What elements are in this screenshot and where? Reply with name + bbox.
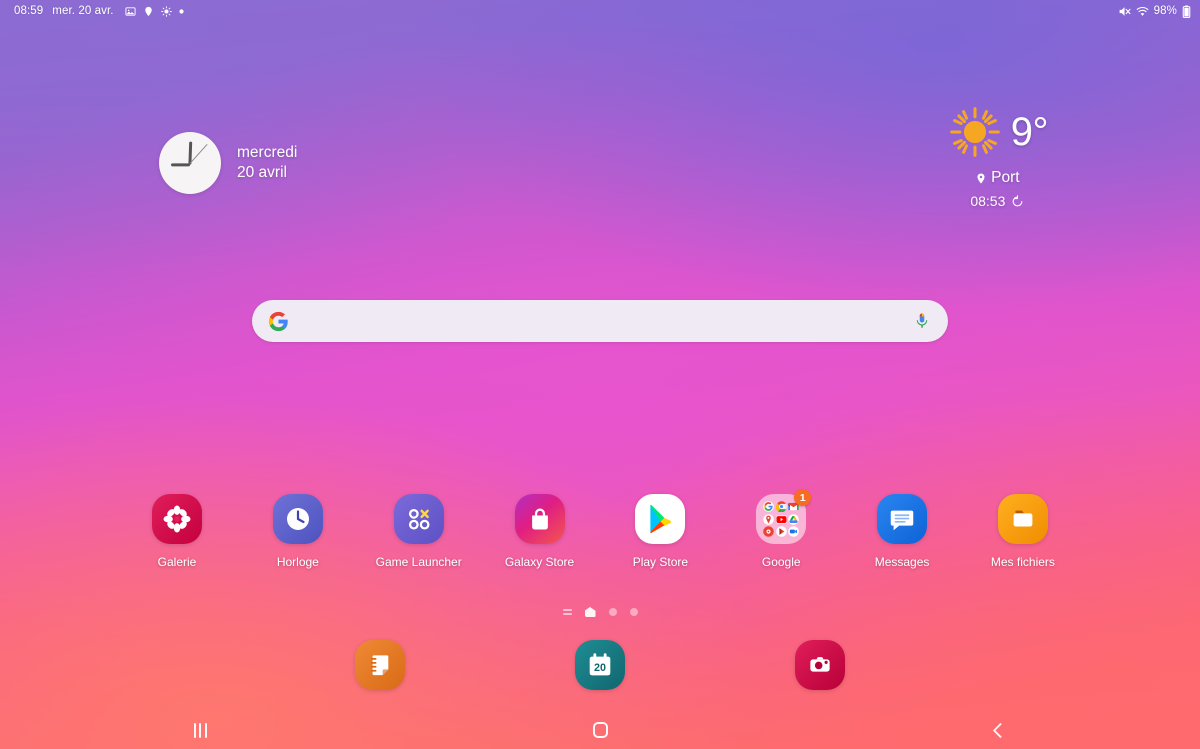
speech-bubble-glyph xyxy=(890,510,914,531)
notes-icon[interactable] xyxy=(355,640,405,690)
status-bar-left: 08:59 mer. 20 avr. xyxy=(14,5,184,17)
play-store-icon[interactable] xyxy=(635,494,686,544)
google-g-icon[interactable] xyxy=(268,311,289,332)
flower-glyph xyxy=(163,505,191,533)
app-play-store[interactable]: Play Store xyxy=(604,494,716,569)
svg-text:20: 20 xyxy=(594,662,606,674)
dot-icon xyxy=(178,8,184,14)
weather-updated-time: 08:53 xyxy=(970,193,1006,209)
clock-date-block: mercredi 20 avril xyxy=(237,143,297,183)
my-files-icon[interactable] xyxy=(997,494,1048,544)
photos-icon xyxy=(763,526,774,537)
status-bar: 08:59 mer. 20 avr. 98% xyxy=(0,0,1200,22)
home-button[interactable] xyxy=(400,722,800,738)
shopping-bag-glyph xyxy=(531,508,548,530)
galaxy-store-icon[interactable] xyxy=(514,494,565,544)
duo-icon xyxy=(788,526,799,537)
weather-location-row: Port xyxy=(975,169,1020,187)
app-messages[interactable]: Messages xyxy=(846,494,958,569)
wifi-icon xyxy=(1136,6,1149,16)
recents-icon xyxy=(193,722,207,738)
location-icon xyxy=(144,6,152,16)
weather-temperature: 9° xyxy=(1010,110,1049,154)
app-galerie[interactable]: Galerie xyxy=(121,494,233,569)
brightness-icon xyxy=(160,5,172,17)
play-movies-icon xyxy=(775,526,787,537)
app-label: Galerie xyxy=(157,555,197,569)
image-icon xyxy=(125,6,136,16)
game-glyph xyxy=(408,508,430,530)
microphone-icon[interactable] xyxy=(913,311,931,331)
back-icon xyxy=(992,722,1008,738)
camera-icon[interactable] xyxy=(795,640,845,690)
app-horloge[interactable]: Horloge xyxy=(242,494,354,569)
google-folder-icon[interactable]: 1 xyxy=(756,489,812,544)
google-search-bar[interactable] xyxy=(252,300,948,342)
weather-main: 9° xyxy=(947,104,1049,160)
clock-second-hand xyxy=(189,143,208,165)
play-triangle-glyph xyxy=(650,504,672,534)
app-mes-fichiers[interactable]: Mes fichiers xyxy=(967,494,1079,569)
dock-slot xyxy=(270,640,490,690)
back-button[interactable] xyxy=(800,722,1200,738)
home-page-active[interactable] xyxy=(584,607,596,617)
clock-weekday: mercredi xyxy=(237,144,298,161)
app-label: Play Store xyxy=(632,555,689,569)
notes-glyph xyxy=(370,655,389,676)
app-label: Mes fichiers xyxy=(990,555,1055,569)
status-date: mer. 20 avr. xyxy=(52,5,114,17)
navigation-bar xyxy=(0,711,1200,749)
refresh-icon[interactable] xyxy=(1011,194,1024,208)
status-bar-right: 98% xyxy=(1118,5,1191,18)
gallery-icon[interactable] xyxy=(152,494,202,544)
game-launcher-icon[interactable] xyxy=(393,494,444,544)
app-galaxy-store[interactable]: Galaxy Store xyxy=(484,494,596,569)
app-google-folder[interactable]: 1 Google xyxy=(725,489,837,569)
clock-date: 20 avril xyxy=(237,164,287,181)
clock-glyph xyxy=(286,508,309,530)
calendar-glyph: 20 xyxy=(589,653,611,676)
chrome-icon xyxy=(775,501,787,512)
analog-clock-face[interactable] xyxy=(159,132,221,194)
search-input[interactable] xyxy=(301,313,901,329)
drive-icon xyxy=(788,513,799,525)
page-dot[interactable] xyxy=(629,608,638,616)
clock-icon[interactable] xyxy=(272,494,323,544)
dock-slot: 20 xyxy=(490,640,710,690)
mute-icon xyxy=(1119,6,1131,16)
app-label: Galaxy Store xyxy=(504,555,575,569)
google-icon xyxy=(763,501,774,512)
app-grid: Galerie Horloge Game Launcher Galaxy Sto… xyxy=(121,489,1079,569)
messages-icon[interactable] xyxy=(877,494,928,544)
app-label: Game Launcher xyxy=(375,555,462,569)
app-label: Horloge xyxy=(276,555,319,569)
weather-location: Port xyxy=(991,169,1020,186)
status-time: 08:59 xyxy=(14,5,44,17)
location-pin-icon xyxy=(977,173,985,183)
clock-widget[interactable]: mercredi 20 avril xyxy=(159,132,297,194)
apps-list-icon[interactable] xyxy=(562,608,572,616)
app-game-launcher[interactable]: Game Launcher xyxy=(363,494,475,569)
folder-badge: 1 xyxy=(794,489,812,506)
status-notification-icons xyxy=(125,5,184,17)
maps-icon xyxy=(763,513,774,525)
clock-hour-hand xyxy=(171,163,190,167)
battery-percent: 98% xyxy=(1153,5,1177,17)
home-icon xyxy=(592,722,608,738)
sun-icon xyxy=(949,107,1000,157)
youtube-icon xyxy=(775,514,787,525)
weather-update-row[interactable]: 08:53 xyxy=(970,193,1024,209)
weather-widget[interactable]: 9° Port 08:53 xyxy=(947,104,1049,209)
camera-glyph xyxy=(810,657,830,672)
folder-glyph xyxy=(1013,510,1033,527)
page-indicator xyxy=(0,607,1200,617)
calendar-icon[interactable]: 20 xyxy=(575,640,625,690)
page-dot[interactable] xyxy=(608,608,617,616)
dock: 20 xyxy=(0,640,1200,690)
battery-icon xyxy=(1182,5,1191,18)
app-label: Google xyxy=(761,555,801,569)
app-label: Messages xyxy=(874,555,930,569)
dock-slot xyxy=(710,640,930,690)
recents-button[interactable] xyxy=(0,722,400,738)
